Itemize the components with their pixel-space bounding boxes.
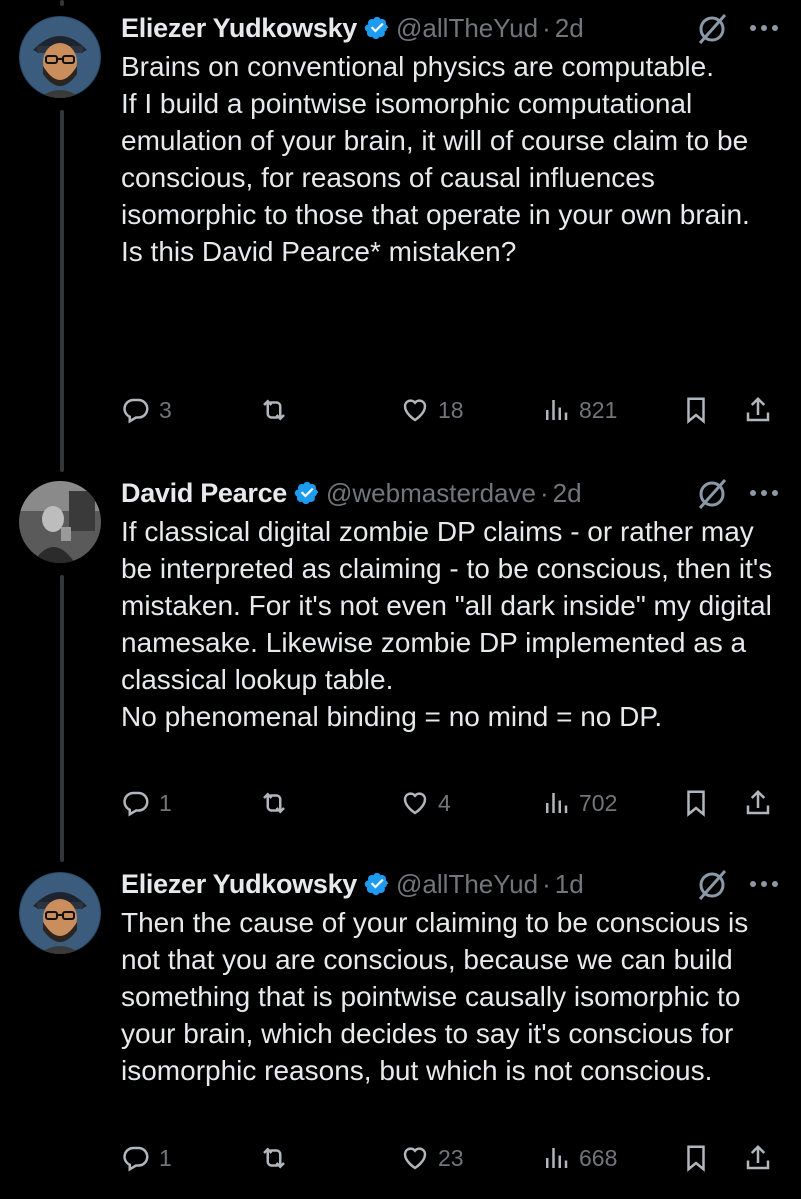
- like-icon: [403, 1147, 427, 1170]
- grok-icon[interactable]: [695, 868, 729, 902]
- verified-badge-icon: [364, 872, 389, 896]
- reply-count: 1: [159, 789, 172, 816]
- like-button[interactable]: 18: [400, 390, 464, 430]
- thread-line: [60, 0, 64, 6]
- share-icon: [746, 1144, 770, 1170]
- reply-button[interactable]: 1: [121, 783, 172, 823]
- views-button[interactable]: 668: [541, 1138, 617, 1178]
- separator: ·: [542, 12, 551, 43]
- views-icon: [546, 1148, 568, 1168]
- tweet-paragraph: Then the cause of your claiming to be co…: [121, 907, 757, 1086]
- tweet-text: If classical digital zombie DP claims - …: [121, 513, 781, 735]
- like-icon: [403, 792, 427, 815]
- bookmark-icon: [687, 1145, 705, 1172]
- tweet-paragraph: If I build a pointwise isomorphic comput…: [121, 88, 756, 230]
- like-button[interactable]: 4: [400, 783, 451, 823]
- grok-icon[interactable]: [695, 12, 729, 46]
- share-button[interactable]: [743, 783, 773, 823]
- retweet-button[interactable]: [259, 1138, 297, 1178]
- like-button[interactable]: 23: [400, 1138, 464, 1178]
- action-bar: 1 23 668: [121, 1138, 781, 1178]
- tweet[interactable]: David Pearce @webmasterdave · 2d If clas…: [0, 475, 801, 835]
- author-name[interactable]: David Pearce: [121, 478, 287, 509]
- reply-icon: [123, 398, 149, 424]
- like-count: 4: [438, 789, 451, 816]
- retweet-button[interactable]: [259, 390, 297, 430]
- reply-count: 1: [159, 1144, 172, 1171]
- views-icon: [546, 400, 568, 420]
- view-count: 702: [579, 789, 618, 816]
- share-icon: [746, 789, 770, 815]
- retweet-icon: [263, 792, 285, 814]
- view-count: 821: [579, 396, 618, 423]
- tweet-paragraph: If classical digital zombie DP claims - …: [121, 516, 781, 695]
- more-icon[interactable]: [749, 880, 779, 888]
- views-icon: [546, 793, 568, 813]
- retweet-icon: [263, 399, 285, 421]
- author-name[interactable]: Eliezer Yudkowsky: [121, 13, 357, 44]
- bookmark-button[interactable]: [681, 1138, 711, 1178]
- tweet[interactable]: Eliezer Yudkowsky @allTheYud · 1d Then t…: [0, 866, 801, 1196]
- verified-badge-icon: [294, 481, 319, 505]
- like-count: 23: [438, 1144, 464, 1171]
- retweet-icon: [263, 1147, 285, 1169]
- timestamp[interactable]: 2d: [555, 13, 584, 44]
- separator: ·: [542, 868, 551, 899]
- views-button[interactable]: 821: [541, 390, 617, 430]
- like-icon: [403, 399, 427, 422]
- avatar[interactable]: [19, 481, 101, 563]
- separator: ·: [539, 477, 549, 508]
- author-handle[interactable]: @allTheYud: [396, 13, 538, 44]
- tweet-paragraph: Brains on conventional physics are compu…: [121, 51, 715, 82]
- bookmark-button[interactable]: [681, 783, 711, 823]
- tweet[interactable]: Eliezer Yudkowsky @allTheYud · 2d Brains…: [0, 10, 801, 440]
- action-bar: 3 18 821: [121, 390, 781, 430]
- tweet-header: David Pearce @webmasterdave · 2d: [121, 475, 582, 511]
- avatar[interactable]: [19, 872, 101, 954]
- tweet-text: Brains on conventional physics are compu…: [121, 48, 781, 270]
- more-icon[interactable]: [749, 24, 779, 32]
- like-count: 18: [438, 396, 464, 423]
- reply-button[interactable]: 3: [121, 390, 172, 430]
- author-handle[interactable]: @allTheYud: [396, 869, 538, 900]
- reply-count: 3: [159, 396, 172, 423]
- retweet-button[interactable]: [259, 783, 297, 823]
- share-button[interactable]: [743, 1138, 773, 1178]
- verified-badge-icon: [364, 16, 389, 40]
- bookmark-icon: [687, 397, 705, 424]
- bookmark-icon: [687, 790, 705, 817]
- tweet-header: Eliezer Yudkowsky @allTheYud · 2d: [121, 10, 584, 46]
- more-icon[interactable]: [749, 489, 779, 497]
- reply-button[interactable]: 1: [121, 1138, 172, 1178]
- view-count: 668: [579, 1144, 618, 1171]
- timestamp[interactable]: 2d: [553, 478, 582, 509]
- author-name[interactable]: Eliezer Yudkowsky: [121, 869, 357, 900]
- tweet-text: Then the cause of your claiming to be co…: [121, 904, 781, 1089]
- author-handle[interactable]: @webmasterdave: [326, 478, 536, 509]
- tweet-header: Eliezer Yudkowsky @allTheYud · 1d: [121, 866, 584, 902]
- views-button[interactable]: 702: [541, 783, 617, 823]
- grok-icon[interactable]: [695, 477, 729, 511]
- reply-icon: [123, 791, 149, 817]
- tweet-paragraph: Is this David Pearce* mistaken?: [121, 236, 517, 267]
- bookmark-button[interactable]: [681, 390, 711, 430]
- share-button[interactable]: [743, 390, 773, 430]
- share-icon: [746, 396, 770, 422]
- timestamp[interactable]: 1d: [555, 869, 584, 900]
- reply-icon: [123, 1146, 149, 1172]
- avatar[interactable]: [19, 16, 101, 98]
- tweet-paragraph: No phenomenal binding = no mind = no DP.: [121, 701, 663, 732]
- action-bar: 1 4 702: [121, 783, 781, 823]
